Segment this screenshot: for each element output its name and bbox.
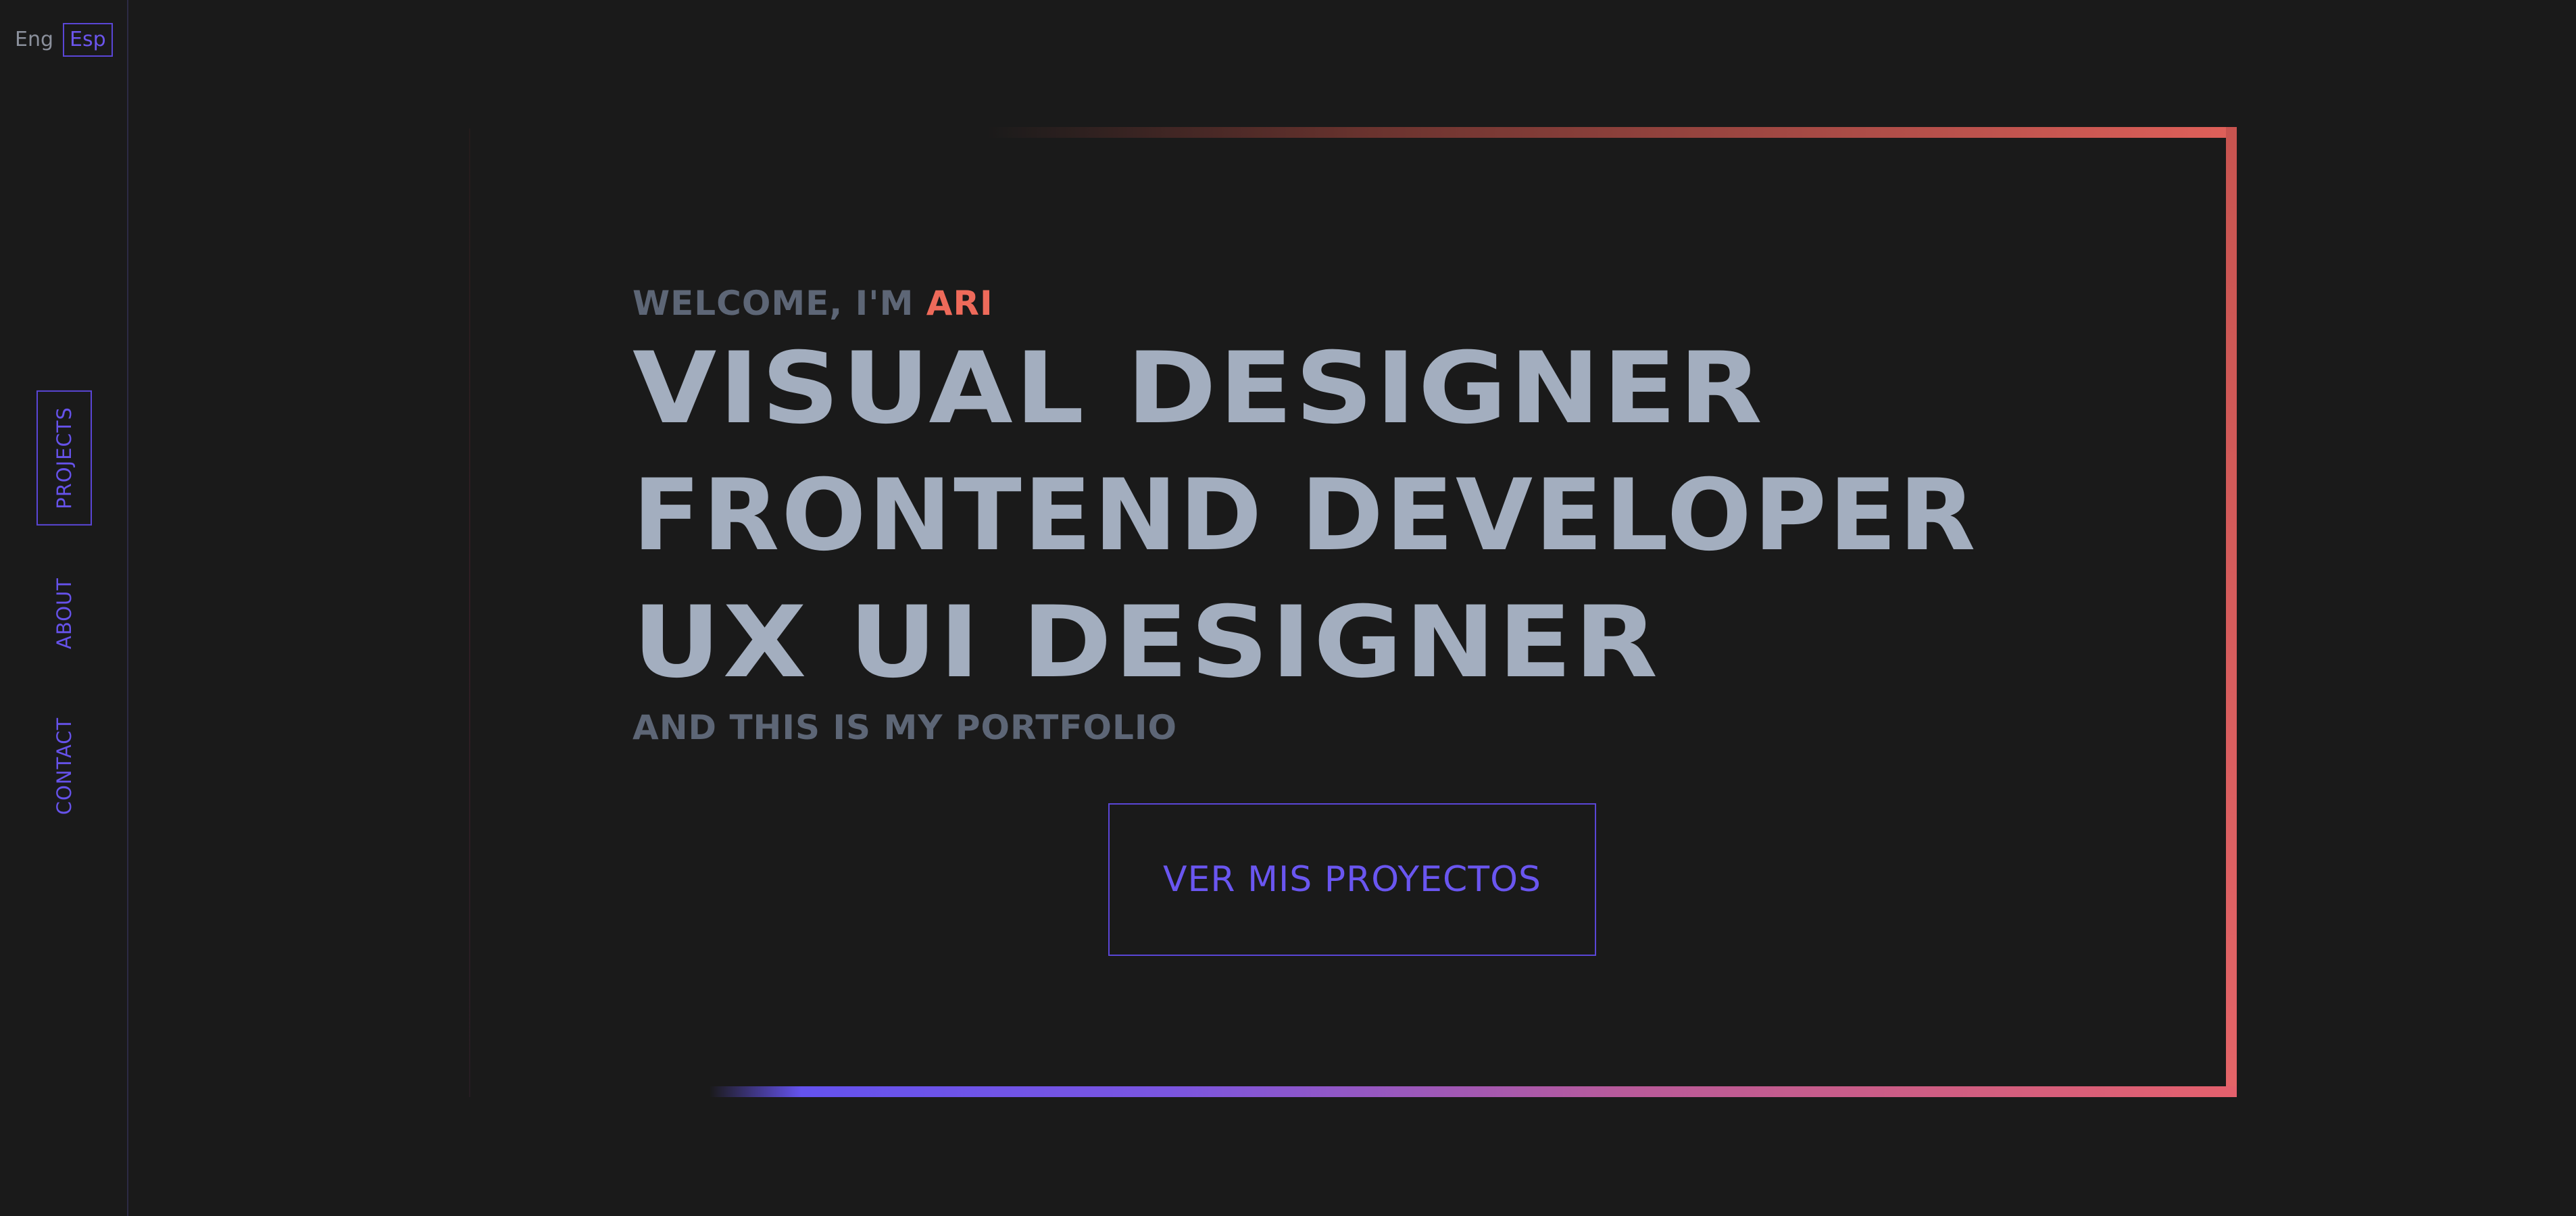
role-title-visual-designer: VISUAL DESIGNER: [633, 331, 1765, 446]
language-spanish-button[interactable]: Esp: [63, 23, 113, 57]
sidebar-item-about[interactable]: ABOUT: [53, 578, 76, 649]
welcome-name: ARI: [926, 284, 993, 323]
sidebar: Eng Esp PROJECTS ABOUT CONTACT: [0, 0, 128, 1216]
welcome-heading: WELCOME, I'M ARI: [633, 284, 993, 323]
portfolio-tagline: AND THIS IS MY PORTFOLIO: [633, 708, 1177, 747]
frame-left-line: [469, 128, 470, 1097]
language-english-button[interactable]: Eng: [15, 30, 53, 50]
language-switch: Eng Esp: [15, 23, 113, 57]
role-title-ux-ui-designer: UX UI DESIGNER: [633, 585, 1660, 700]
view-projects-button[interactable]: VER MIS PROYECTOS: [1108, 803, 1596, 956]
sidebar-item-projects[interactable]: PROJECTS: [36, 390, 92, 526]
frame-bottom-border: [710, 1086, 2237, 1097]
role-title-frontend-developer: FRONTEND DEVELOPER: [633, 458, 1978, 573]
page: Eng Esp PROJECTS ABOUT CONTACT WELCOME, …: [0, 0, 2576, 1216]
sidebar-item-contact[interactable]: CONTACT: [53, 717, 76, 815]
frame-right-border: [2226, 127, 2237, 1097]
welcome-prefix: WELCOME, I'M: [633, 284, 914, 323]
frame-top-border: [987, 127, 2237, 138]
